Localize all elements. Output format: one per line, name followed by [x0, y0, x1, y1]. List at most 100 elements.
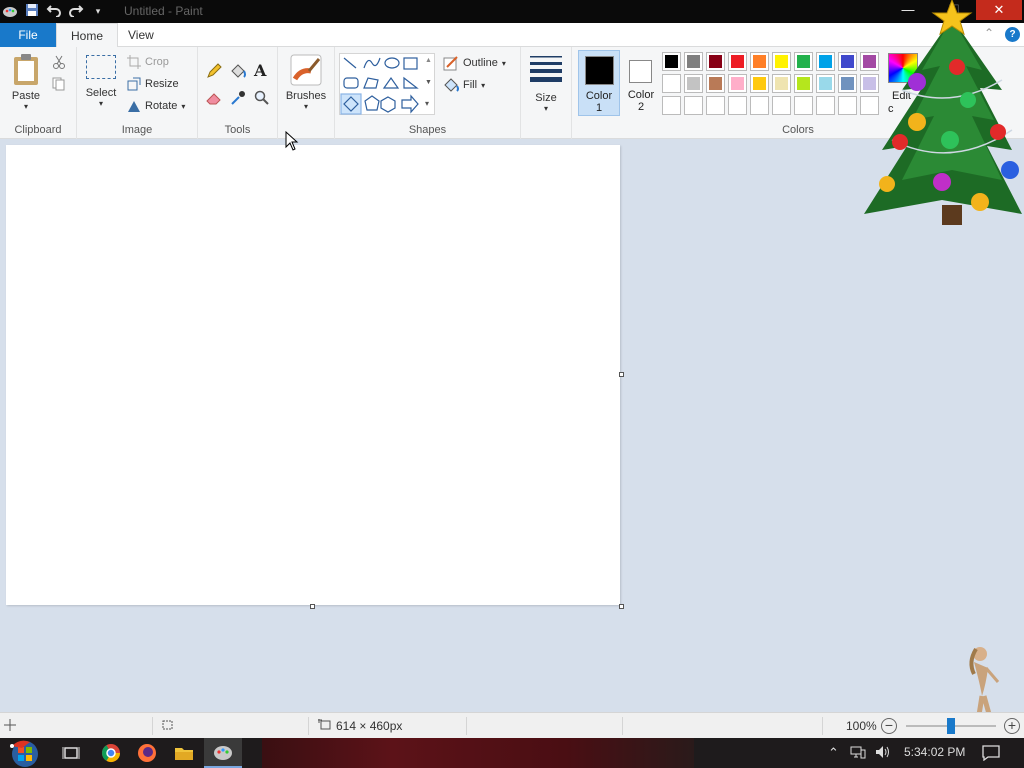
status-divider	[308, 717, 309, 735]
color-swatch[interactable]	[662, 74, 681, 93]
chevron-down-icon: ▾	[98, 99, 103, 108]
brush-icon	[290, 54, 322, 86]
chevron-down-icon: ▾	[501, 58, 506, 68]
resize-button[interactable]: Resize	[127, 77, 179, 91]
color-swatch[interactable]	[728, 96, 747, 115]
crop-label: Crop	[145, 56, 169, 68]
color-swatch[interactable]	[728, 74, 747, 93]
color-swatch[interactable]	[684, 74, 703, 93]
color1-number: 1	[595, 102, 603, 114]
zoom-in-button[interactable]: +	[1004, 718, 1020, 734]
color-swatch[interactable]	[794, 74, 813, 93]
color-swatch[interactable]	[838, 52, 857, 71]
color-swatch[interactable]	[662, 52, 681, 71]
color-swatch[interactable]	[750, 96, 769, 115]
fill-label: Fill	[463, 79, 478, 91]
shapes-group-label: Shapes	[408, 124, 447, 136]
eraser-icon[interactable]	[206, 91, 222, 108]
undo-icon[interactable]	[46, 3, 62, 19]
rotate-button[interactable]: Rotate ▾	[127, 99, 185, 113]
zoom-level: 100%	[846, 719, 877, 733]
status-divider	[152, 717, 153, 735]
chevron-down-icon: ▾	[303, 102, 308, 111]
color2-button[interactable]: Color 2	[622, 50, 660, 116]
color-swatch[interactable]	[816, 96, 835, 115]
brushes-button[interactable]: Brushes ▾	[284, 53, 328, 111]
action-center-icon[interactable]	[982, 745, 1000, 764]
window-title: Untitled - Paint	[124, 4, 203, 18]
tools-group-label: Tools	[224, 124, 251, 136]
copy-icon[interactable]	[52, 77, 66, 94]
quick-access-toolbar: ▾	[2, 3, 106, 19]
zoom-out-button[interactable]: −	[881, 718, 897, 734]
color1-label: Color	[585, 90, 613, 102]
mouse-cursor-icon	[285, 130, 299, 154]
tools-group: A Tools	[198, 47, 278, 139]
network-icon[interactable]	[850, 745, 866, 762]
color-swatch[interactable]	[794, 52, 813, 71]
clipboard-group-label: Clipboard	[14, 124, 62, 136]
color-swatch[interactable]	[684, 52, 703, 71]
paint-icon[interactable]	[2, 3, 18, 19]
tab-view[interactable]: View	[114, 23, 168, 47]
color-swatch[interactable]	[816, 52, 835, 71]
canvas-dimensions: 614 × 460px	[336, 719, 403, 733]
dropdown-icon[interactable]: ▾	[90, 3, 106, 19]
color-swatch[interactable]	[706, 74, 725, 93]
volume-icon[interactable]	[874, 745, 890, 762]
resize-handle-bottom[interactable]	[310, 604, 315, 609]
file-explorer-icon[interactable]	[173, 742, 195, 764]
task-view-icon[interactable]	[60, 742, 82, 764]
clock[interactable]: 5:34:02 PM	[904, 745, 965, 759]
paste-button[interactable]: Paste ▾	[6, 53, 46, 111]
color-swatch[interactable]	[794, 96, 813, 115]
color-picker-icon[interactable]	[230, 90, 246, 109]
select-button[interactable]: Select ▾	[83, 55, 119, 108]
drawing-canvas[interactable]	[6, 145, 620, 605]
show-hidden-icons-icon[interactable]: ⌃	[828, 745, 839, 761]
color-swatch[interactable]	[706, 52, 725, 71]
resize-handle-corner[interactable]	[619, 604, 624, 609]
color-swatch[interactable]	[772, 96, 791, 115]
canvas-size-icon	[318, 719, 332, 734]
scissors-icon[interactable]	[52, 55, 66, 72]
magnifier-icon[interactable]	[254, 90, 270, 109]
start-button[interactable]	[8, 738, 42, 768]
brushes-group: Brushes ▾	[278, 47, 335, 139]
file-tab[interactable]: File	[0, 23, 56, 47]
more-shapes-icon[interactable]: ▾	[425, 99, 429, 108]
scroll-up-icon[interactable]: ▲	[425, 57, 432, 64]
chrome-icon[interactable]	[100, 742, 122, 764]
taskbar: ⌃ 5:34:02 PM	[0, 738, 1024, 768]
status-bar: 614 × 460px 100% − +	[0, 712, 1024, 738]
fill-button[interactable]: Fill ▾	[443, 77, 485, 93]
color-swatch[interactable]	[772, 52, 791, 71]
color-swatch[interactable]	[750, 74, 769, 93]
color-swatch[interactable]	[662, 96, 681, 115]
zoom-slider-thumb[interactable]	[947, 718, 955, 734]
resize-handle-right[interactable]	[619, 372, 624, 377]
color-swatch[interactable]	[728, 52, 747, 71]
text-tool-icon[interactable]: A	[254, 61, 266, 80]
pencil-icon[interactable]	[206, 63, 222, 82]
size-button[interactable]: Size ▾	[527, 55, 565, 113]
color-swatch[interactable]	[750, 52, 769, 71]
tab-home[interactable]: Home	[56, 23, 119, 48]
firefox-icon[interactable]	[136, 742, 158, 764]
paint-taskbar-button[interactable]	[204, 738, 242, 768]
redo-icon[interactable]	[68, 3, 84, 19]
crop-button[interactable]: Crop	[127, 55, 169, 69]
color-swatch[interactable]	[838, 74, 857, 93]
status-divider	[466, 717, 467, 735]
color-swatch[interactable]	[772, 74, 791, 93]
color1-button[interactable]: Color 1	[578, 50, 620, 116]
shapes-gallery[interactable]	[339, 53, 435, 115]
color-swatch[interactable]	[816, 74, 835, 93]
fill-bucket-icon[interactable]	[229, 63, 247, 82]
outline-button[interactable]: Outline ▾	[443, 55, 506, 71]
save-icon[interactable]	[24, 3, 40, 19]
scroll-down-icon[interactable]: ▼	[425, 79, 432, 86]
color-swatch[interactable]	[706, 96, 725, 115]
color-swatch[interactable]	[684, 96, 703, 115]
color-swatch[interactable]	[838, 96, 857, 115]
